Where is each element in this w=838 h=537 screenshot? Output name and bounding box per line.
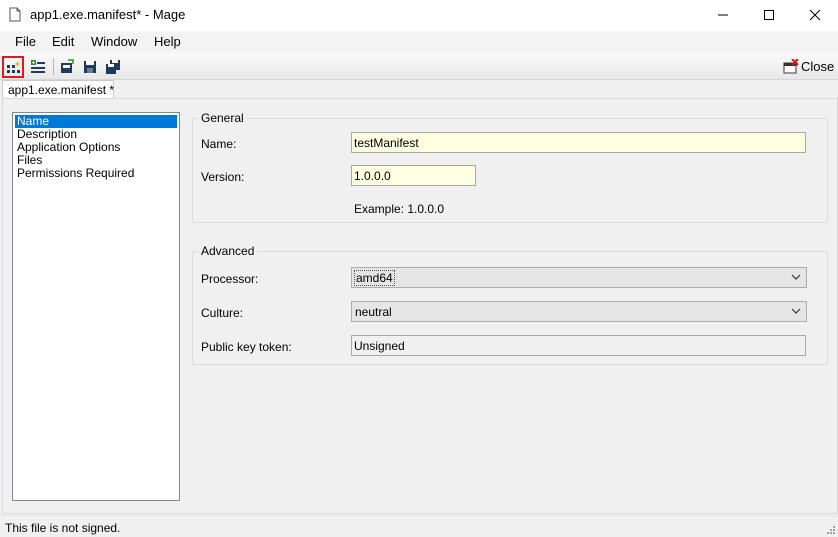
new-deployment-manifest-icon xyxy=(31,60,45,73)
culture-select[interactable]: neutral xyxy=(351,301,807,322)
status-text: This file is not signed. xyxy=(5,521,121,535)
open-button[interactable] xyxy=(56,56,78,78)
new-application-manifest-icon xyxy=(7,61,21,73)
minimize-icon xyxy=(718,14,728,16)
public-key-token-field[interactable]: Unsigned xyxy=(351,335,806,356)
menu-bar: File Edit Window Help xyxy=(0,31,838,53)
processor-value: amd64 xyxy=(354,270,395,286)
maximize-icon xyxy=(764,10,774,20)
document-icon xyxy=(9,7,21,22)
tab-app-manifest[interactable]: app1.exe.manifest * xyxy=(2,80,114,99)
new-deployment-manifest-button[interactable] xyxy=(27,56,49,78)
close-window-button[interactable] xyxy=(792,0,838,31)
version-label: Version: xyxy=(201,170,245,184)
minimize-button[interactable] xyxy=(700,0,746,31)
public-key-token-label: Public key token: xyxy=(201,340,292,354)
resize-grip-icon[interactable] xyxy=(826,525,836,535)
nav-item-permissions-required[interactable]: Permissions Required xyxy=(15,167,134,180)
title-bar: app1.exe.manifest* - Mage xyxy=(0,0,838,31)
close-document-icon xyxy=(783,59,799,74)
name-label: Name: xyxy=(201,137,237,151)
advanced-group-title: Advanced xyxy=(198,244,258,258)
save-all-button[interactable] xyxy=(102,56,124,78)
general-group-title: General xyxy=(198,111,247,125)
save-button[interactable] xyxy=(79,56,101,78)
save-all-icon xyxy=(106,60,120,74)
processor-label: Processor: xyxy=(201,272,259,286)
close-label: Close xyxy=(801,59,835,74)
maximize-button[interactable] xyxy=(746,0,792,31)
close-icon xyxy=(809,9,821,21)
menu-edit[interactable]: Edit xyxy=(52,34,74,49)
version-example: Example: 1.0.0.0 xyxy=(354,202,445,216)
section-list[interactable]: Name Description Application Options Fil… xyxy=(12,112,180,501)
chevron-down-icon xyxy=(791,274,801,280)
new-application-manifest-button[interactable] xyxy=(2,56,24,78)
name-field[interactable]: testManifest xyxy=(351,132,806,153)
culture-value: neutral xyxy=(355,305,392,319)
toolbar: Close xyxy=(0,53,838,80)
chevron-down-icon xyxy=(791,308,801,314)
version-field[interactable]: 1.0.0.0 xyxy=(351,165,476,186)
window-title: app1.exe.manifest* - Mage xyxy=(30,7,186,22)
processor-select[interactable]: amd64 xyxy=(351,267,807,288)
menu-window[interactable]: Window xyxy=(91,34,137,49)
culture-label: Culture: xyxy=(201,306,244,320)
toolbar-separator xyxy=(53,58,54,75)
open-icon xyxy=(61,59,74,73)
status-bar: This file is not signed. xyxy=(0,515,838,537)
menu-help[interactable]: Help xyxy=(154,34,181,49)
save-icon xyxy=(84,61,96,73)
menu-file[interactable]: File xyxy=(15,34,36,49)
